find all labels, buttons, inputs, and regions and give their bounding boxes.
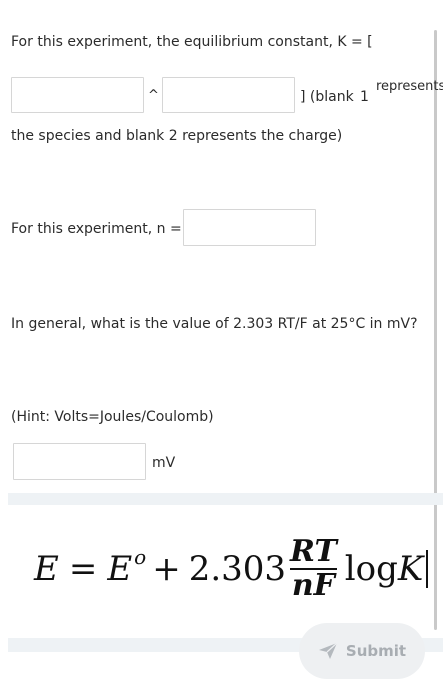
formula-denominator: nF bbox=[289, 568, 337, 603]
n-prompt: For this experiment, n = bbox=[11, 221, 182, 237]
formula-top-band bbox=[8, 493, 443, 505]
k-prompt: For this experiment, the equilibrium con… bbox=[11, 34, 373, 50]
k-prompt-continued: the species and blank 2 represents the c… bbox=[11, 128, 343, 144]
formula-log: log bbox=[344, 549, 398, 589]
bracket-close-text: ] (blank bbox=[300, 89, 354, 105]
blank1-input[interactable] bbox=[11, 77, 144, 113]
blank-number: 1 bbox=[360, 89, 369, 105]
formula-e: E bbox=[34, 549, 59, 589]
formula-e0-superscript: o bbox=[134, 545, 147, 569]
formula-numerator: RT bbox=[290, 534, 337, 569]
text-cursor bbox=[426, 550, 428, 588]
blank2-input[interactable] bbox=[162, 77, 295, 113]
hint-text: (Hint: Volts=Joules/Coulomb) bbox=[11, 409, 214, 425]
mv-unit: mV bbox=[152, 455, 176, 471]
submit-label: Submit bbox=[345, 642, 407, 660]
formula-plus: + bbox=[152, 549, 181, 589]
formula-coefficient: 2.303 bbox=[188, 549, 287, 589]
represents-text: represents bbox=[376, 79, 443, 94]
mv-input[interactable] bbox=[13, 443, 146, 480]
caret-symbol: ^ bbox=[148, 88, 159, 103]
formula-k: K bbox=[397, 549, 424, 589]
n-input[interactable] bbox=[183, 209, 316, 246]
submit-button[interactable]: Submit bbox=[299, 623, 425, 679]
formula-equals: = bbox=[68, 549, 98, 589]
rtf-prompt: In general, what is the value of 2.303 R… bbox=[11, 316, 418, 332]
send-icon bbox=[318, 642, 338, 659]
formula-fraction: RT nF bbox=[288, 536, 339, 602]
scrollbar[interactable] bbox=[434, 30, 437, 630]
nernst-equation: E = Eo + 2.303 RT nF log K bbox=[34, 524, 428, 614]
formula-e0: E bbox=[107, 549, 133, 589]
